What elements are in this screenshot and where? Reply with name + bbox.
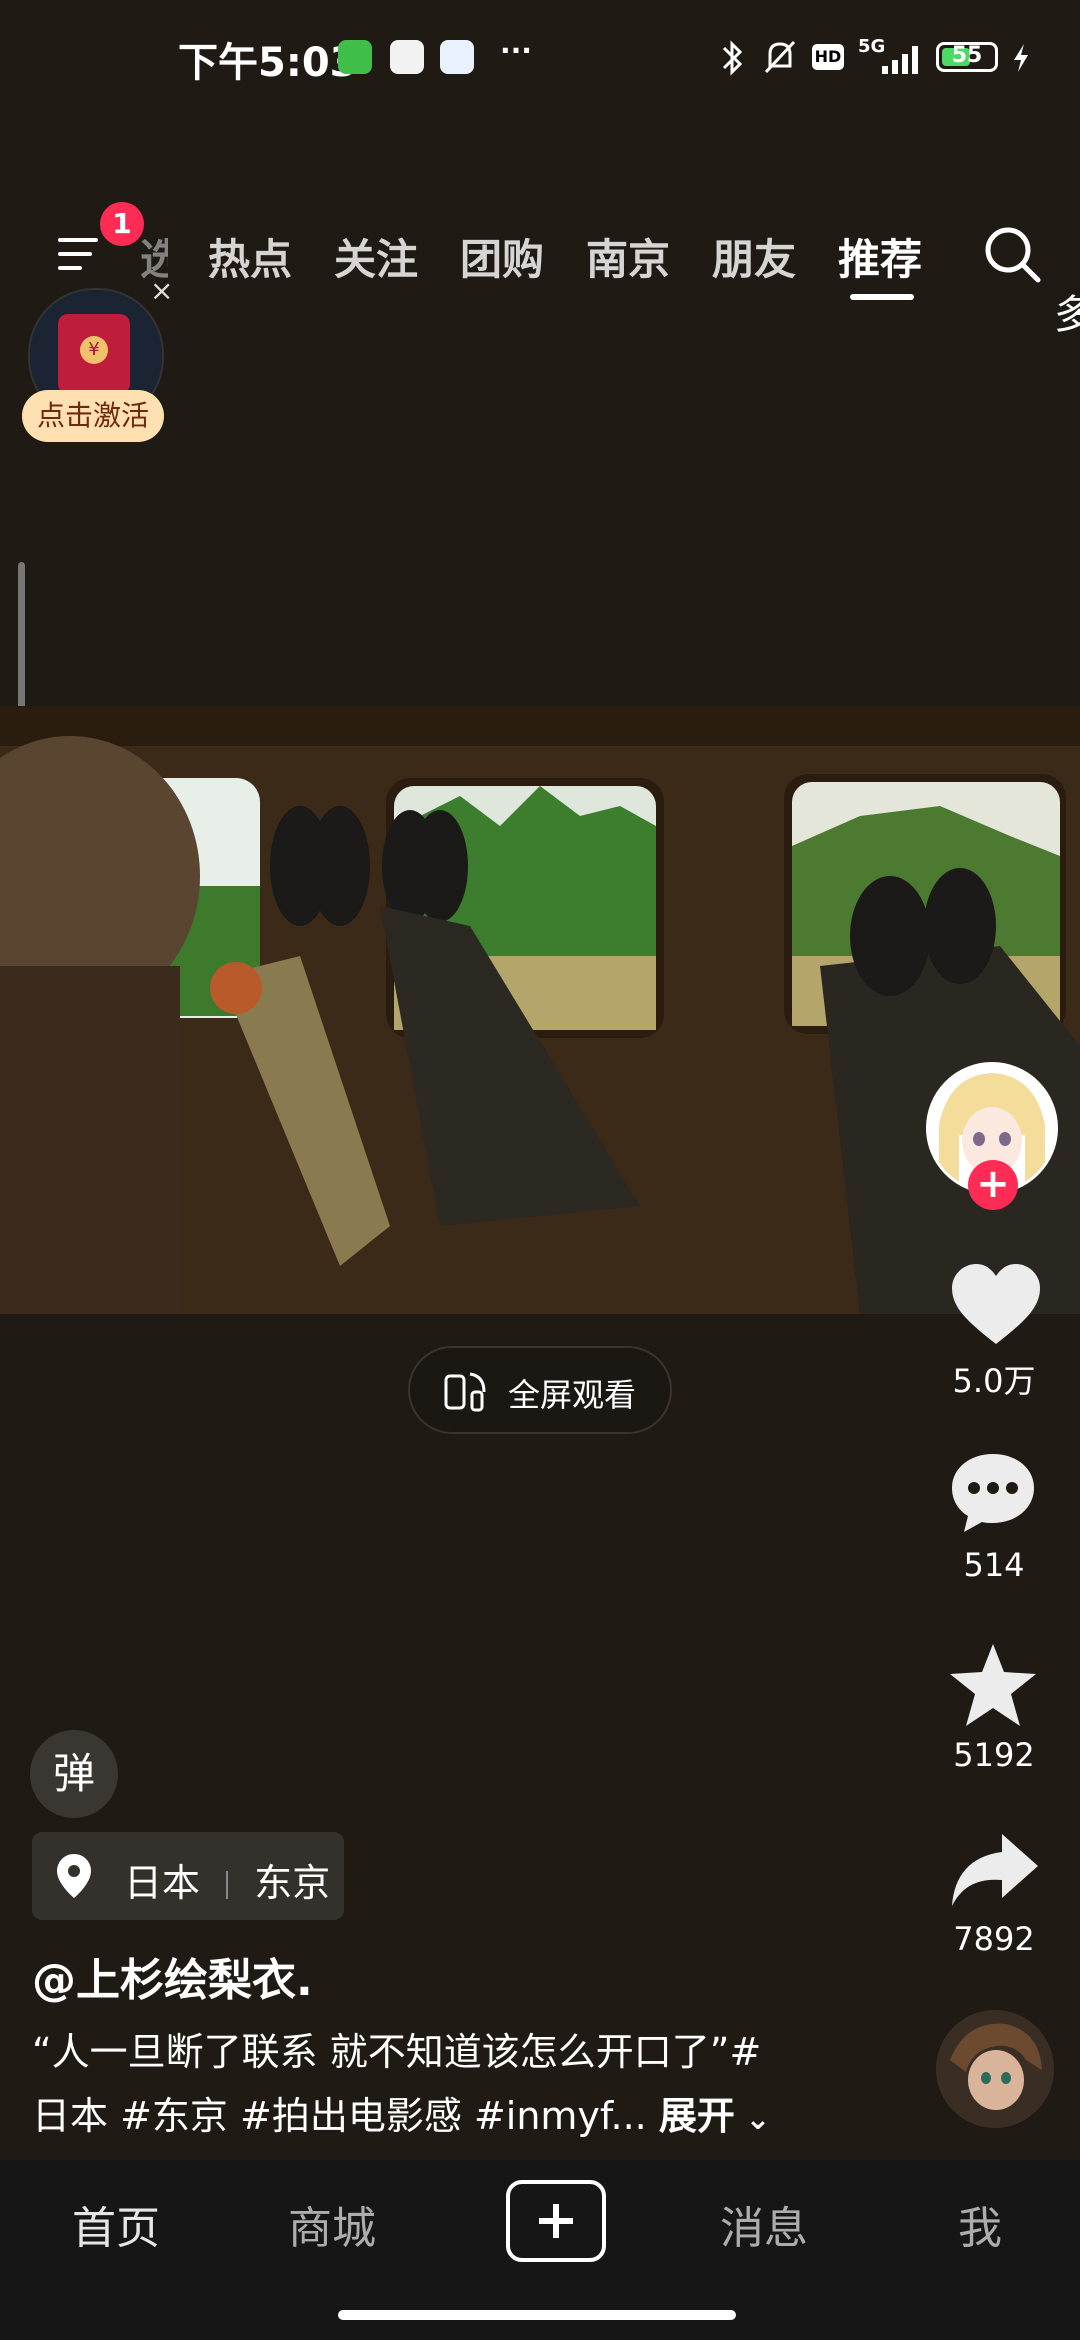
battery-level: 55 (951, 43, 983, 68)
more-notifications-icon: ··· (500, 34, 532, 67)
home-indicator (338, 2310, 736, 2320)
caption-line-2: 日本 #东京 #拍出电影感 #inmyf... (32, 2094, 647, 2138)
red-envelope-icon: ¥ (58, 314, 130, 394)
58-app-icon (390, 40, 424, 74)
red-packet-activate-label[interactable]: 点击激活 (22, 390, 164, 442)
nav-mall[interactable]: 商城 (288, 2192, 376, 2256)
chevron-down-icon: ⌄ (734, 2102, 771, 2137)
like-count: 5.0万 (952, 1362, 1036, 1400)
tab-friends[interactable]: 朋友 (712, 226, 796, 287)
location-city: 东京 (254, 1861, 331, 1905)
expand-label: 展开 (658, 2094, 735, 2138)
tab-nanjing[interactable]: 南京 (586, 226, 670, 287)
caption-line-1: “人一旦断了联系 就不知道该怎么开口了”# (32, 2030, 762, 2074)
search-icon[interactable] (980, 222, 1046, 288)
rotate-screen-icon (444, 1372, 486, 1412)
location-divider (226, 1871, 229, 1899)
expand-button[interactable]: 展开 ⌄ (659, 2094, 771, 2138)
cloud-app-icon (440, 40, 474, 74)
location-pin-icon (57, 1854, 91, 1898)
status-bar: 下午5:03 ··· HD 5G 55 (0, 0, 1080, 110)
video-scene-image (0, 706, 1080, 1314)
plus-icon (539, 2204, 573, 2238)
signal-icon (882, 46, 918, 74)
video-frame[interactable] (0, 706, 1080, 1314)
fullscreen-label: 全屏观看 (508, 1376, 637, 1414)
share-count: 7892 (953, 1920, 1035, 1958)
fullscreen-button[interactable]: 全屏观看 (408, 1346, 672, 1434)
menu-icon[interactable] (56, 232, 106, 276)
comment-icon[interactable] (948, 1450, 1038, 1536)
tab-following[interactable]: 关注 (334, 226, 418, 287)
share-icon[interactable] (948, 1830, 1040, 1910)
follow-button[interactable]: + (968, 1160, 1018, 1210)
close-icon[interactable]: × (150, 274, 173, 307)
star-icon[interactable] (946, 1640, 1040, 1730)
heart-icon[interactable] (948, 1262, 1044, 1348)
nav-home[interactable]: 首页 (72, 2192, 160, 2256)
location-text: 日本 东京 (124, 1852, 330, 1907)
create-button[interactable] (506, 2180, 606, 2262)
comment-count: 514 (963, 1546, 1025, 1584)
tab-group-buy[interactable]: 团购 (460, 226, 544, 287)
tab-hot[interactable]: 热点 (208, 226, 292, 287)
location-tag[interactable]: 日本 东京 (32, 1832, 344, 1920)
danmu-toggle[interactable]: 弹 (30, 1730, 118, 1818)
author-name[interactable]: @上杉绘梨衣. (32, 1944, 313, 2008)
right-peek-text: 多 (1054, 292, 1080, 338)
post-caption[interactable]: “人一旦断了联系 就不知道该怎么开口了”# 日本 #东京 #拍出电影感 #inm… (32, 2020, 832, 2152)
status-time: 下午5:03 (178, 40, 358, 86)
music-disc[interactable] (936, 2010, 1054, 2128)
bluetooth-icon (722, 40, 743, 76)
caption-line-2-row: 日本 #东京 #拍出电影感 #inmyf... 展开 ⌄ (32, 2084, 832, 2152)
nav-messages[interactable]: 消息 (720, 2192, 808, 2256)
scroll-indicator (18, 562, 25, 722)
charging-icon (1014, 44, 1028, 72)
active-tab-indicator (850, 294, 914, 300)
notification-badge: 1 (100, 202, 144, 246)
location-country: 日本 (124, 1861, 201, 1905)
top-nav: 1 选 热点 关注 团购 南京 朋友 推荐 (0, 110, 1080, 300)
mute-bell-icon (764, 40, 796, 74)
wechat-app-icon (338, 40, 372, 74)
favorite-count: 5192 (953, 1736, 1035, 1774)
battery-icon: 55 (936, 42, 998, 72)
music-cover-image (936, 2010, 1054, 2128)
hd-icon: HD (812, 44, 844, 70)
nav-me[interactable]: 我 (958, 2192, 1002, 2256)
tab-recommend[interactable]: 推荐 (838, 226, 922, 287)
